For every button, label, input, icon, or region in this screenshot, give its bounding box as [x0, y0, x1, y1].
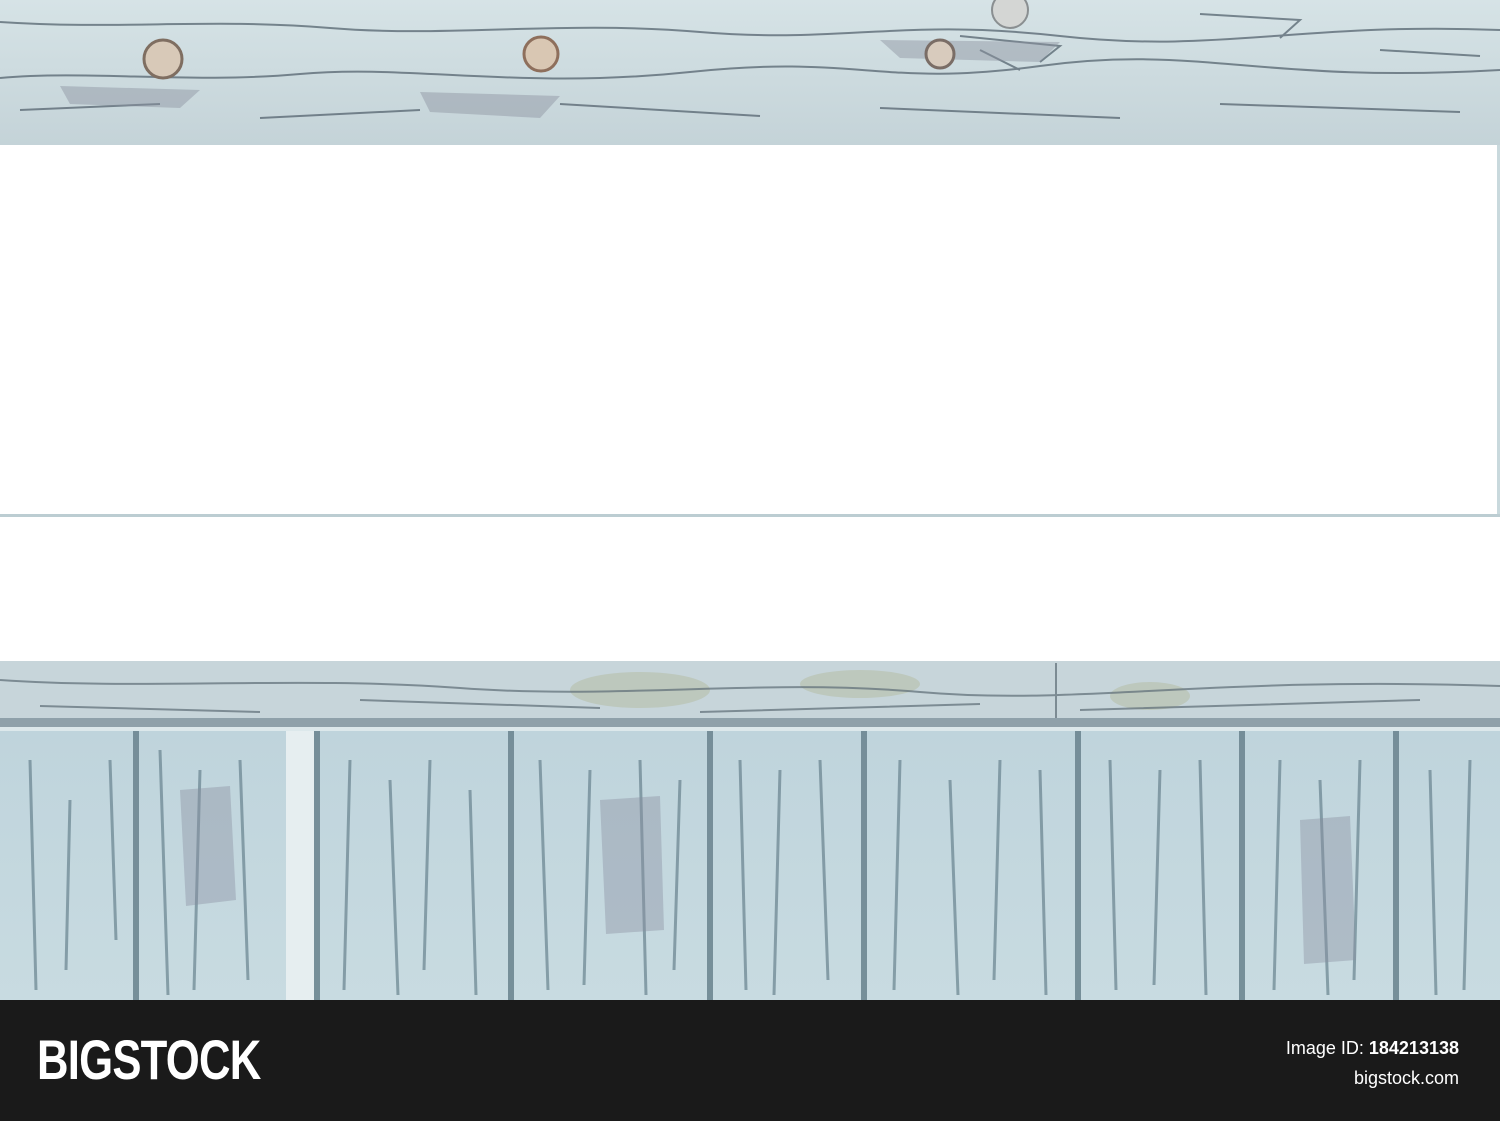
watermark-footer: BIGSTOCK Image ID: 184213138 bigstock.co…: [0, 1000, 1500, 1121]
white-banner-top: [0, 145, 1497, 514]
image-id-line: Image ID: 184213138: [1286, 1033, 1459, 1063]
brand-logo: BIGSTOCK: [37, 1028, 261, 1091]
site-url: bigstock.com: [1353, 1068, 1459, 1088]
white-banner-bottom: [0, 517, 1500, 661]
image-id-value: 184213138: [1368, 1038, 1459, 1058]
image-meta: Image ID: 184213138 bigstock.com: [1286, 1033, 1459, 1093]
image-id-label: Image ID:: [1285, 1038, 1364, 1058]
photo-area: [0, 0, 1500, 1000]
